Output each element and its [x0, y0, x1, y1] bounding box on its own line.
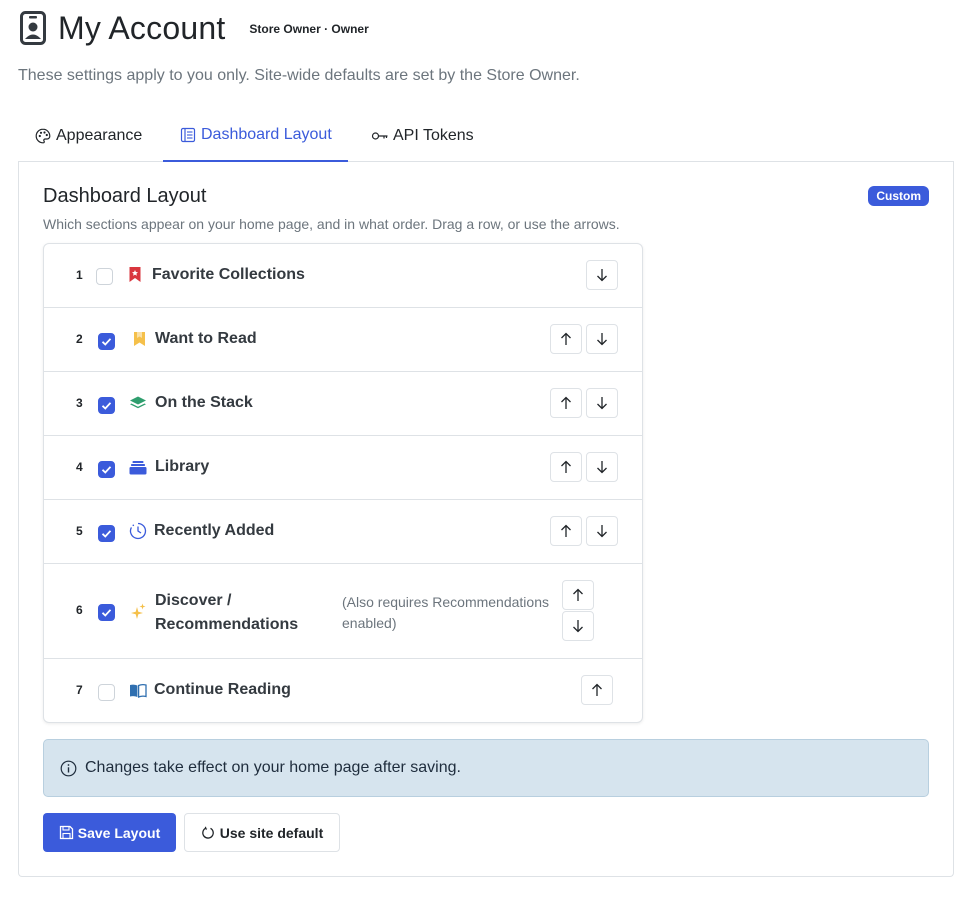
section-checkbox[interactable] [98, 604, 115, 621]
move-down-button[interactable] [562, 611, 594, 641]
tab-dashboard-layout[interactable]: Dashboard Layout [163, 110, 348, 162]
section-label: On the Stack [155, 394, 253, 411]
section-checkbox[interactable] [98, 461, 115, 478]
requirement-note: (Also requires Recommendations enabled) [342, 592, 572, 634]
section-checkbox[interactable] [98, 525, 115, 542]
info-icon [60, 760, 77, 777]
list-item[interactable]: 4 Library [44, 436, 642, 500]
save-layout-label: Save Layout [77, 824, 161, 841]
row-number: 3 [76, 396, 83, 410]
row-number: 6 [76, 603, 83, 617]
section-checkbox[interactable] [96, 268, 113, 285]
tab-appearance[interactable]: Appearance [18, 110, 158, 161]
section-checkbox[interactable] [98, 333, 115, 350]
section-label: Want to Read [155, 330, 257, 347]
tab-api-tokens-label: API Tokens [393, 126, 474, 144]
move-up-button[interactable] [550, 516, 582, 546]
move-down-button[interactable] [586, 452, 618, 482]
row-number: 7 [76, 683, 83, 697]
list-item[interactable]: 1 Favorite Collections [44, 244, 642, 308]
key-icon [371, 127, 389, 145]
move-down-button[interactable] [586, 388, 618, 418]
section-label: Recently Added [154, 522, 275, 539]
layers-icon [129, 394, 147, 412]
alert-message: Changes take effect on your home page af… [85, 759, 461, 776]
section-order-list: 1 Favorite Collections 2 Want to Read 3 … [43, 243, 643, 723]
move-down-button[interactable] [586, 516, 618, 546]
tab-dashboard-layout-label: Dashboard Layout [201, 126, 332, 143]
move-up-button[interactable] [562, 580, 594, 610]
dashboard-layout-card: Dashboard Layout Custom Which sections a… [18, 161, 954, 877]
bookmark-yellow-icon [130, 330, 148, 348]
move-down-button[interactable] [586, 260, 618, 290]
clock-icon [129, 522, 147, 540]
move-down-button[interactable] [586, 324, 618, 354]
row-number: 4 [76, 460, 83, 474]
tab-api-tokens[interactable]: API Tokens [355, 110, 490, 161]
list-item[interactable]: 3 On the Stack [44, 372, 642, 436]
save-layout-button[interactable]: Save Layout [43, 813, 176, 852]
list-item[interactable]: 6 Discover / Recommendations (Also requi… [44, 564, 642, 659]
page-header: My Account Store Owner · Owner [18, 8, 369, 48]
section-label: Discover / Recommendations [155, 589, 298, 637]
list-item[interactable]: 7 Continue Reading [44, 659, 642, 723]
list-item[interactable]: 2 Want to Read [44, 308, 642, 372]
row-number: 1 [76, 268, 83, 282]
info-alert: Changes take effect on your home page af… [43, 739, 929, 797]
tab-appearance-label: Appearance [56, 126, 143, 144]
section-label-line: Recommendations [155, 616, 299, 633]
requirement-note-line: (Also requires Recommendations [342, 594, 549, 610]
section-label: Continue Reading [154, 681, 291, 698]
section-label: Library [155, 458, 210, 475]
move-up-button[interactable] [550, 388, 582, 418]
settings-tabs: Appearance Dashboard Layout API Tokens [18, 110, 954, 162]
row-number: 2 [76, 332, 83, 346]
save-icon [59, 825, 74, 840]
move-up-button[interactable] [581, 675, 613, 705]
section-label-line: Discover / [155, 592, 232, 609]
reset-icon [201, 825, 216, 840]
layout-icon [179, 126, 197, 144]
bookmark-red-icon [126, 265, 144, 283]
use-site-default-label: Use site default [219, 824, 324, 841]
section-title: Dashboard Layout [43, 185, 207, 207]
page-subtitle: These settings apply to you only. Site-w… [18, 67, 580, 84]
section-description: Which sections appear on your home page,… [43, 216, 620, 232]
library-icon [129, 458, 147, 476]
book-open-icon [129, 681, 147, 699]
requirement-note-line: enabled) [342, 615, 397, 631]
list-item[interactable]: 5 Recently Added [44, 500, 642, 564]
role-label: Store Owner · Owner [249, 22, 369, 36]
section-label: Favorite Collections [152, 266, 305, 283]
status-badge: Custom [868, 186, 929, 206]
page-title: My Account [58, 10, 226, 46]
person-badge-icon [18, 10, 48, 46]
section-checkbox[interactable] [98, 397, 115, 414]
palette-icon [34, 127, 52, 145]
move-up-button[interactable] [550, 324, 582, 354]
use-site-default-button[interactable]: Use site default [184, 813, 340, 852]
move-up-button[interactable] [550, 452, 582, 482]
row-number: 5 [76, 524, 83, 538]
section-checkbox[interactable] [98, 684, 115, 701]
sparkles-icon [129, 602, 147, 620]
